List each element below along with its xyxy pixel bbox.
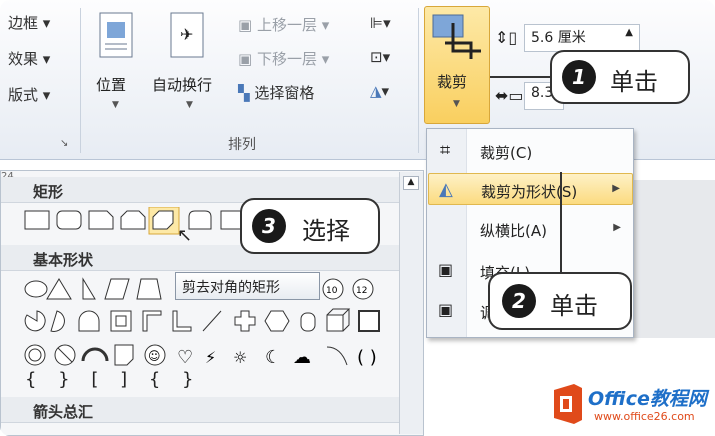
watermark-url: www.office26.com bbox=[594, 410, 695, 423]
crop-icon bbox=[432, 14, 481, 59]
document-area bbox=[634, 160, 715, 340]
crop-small-icon: ⌗ bbox=[440, 140, 451, 161]
fit-icon: ▣ bbox=[438, 300, 454, 319]
crop-label: 裁剪 bbox=[437, 73, 468, 91]
round-corner-rectangle-shape[interactable] bbox=[188, 210, 212, 230]
callout-3: 3 选择 bbox=[240, 198, 380, 254]
arrange-group-label: 排列 bbox=[228, 137, 256, 153]
height-icon: ⇕▯ bbox=[495, 28, 518, 47]
svg-text:10: 10 bbox=[326, 286, 338, 296]
rectangle-shape[interactable] bbox=[24, 210, 50, 230]
fill-icon: ▣ bbox=[438, 260, 454, 279]
rotate-button[interactable]: ◮▾ bbox=[370, 82, 389, 100]
office-logo-icon bbox=[554, 384, 582, 424]
svg-text:♡: ♡ bbox=[177, 347, 193, 368]
svg-text:☁: ☁ bbox=[293, 347, 311, 368]
menu-item-aspect-ratio[interactable]: 纵横比(A) ▶ bbox=[428, 213, 633, 245]
svg-text:12: 12 bbox=[356, 286, 367, 296]
selection-pane-button[interactable]: ▚ 选择窗格 bbox=[238, 82, 314, 103]
rounded-rectangle-shape[interactable] bbox=[56, 210, 82, 230]
shape-tooltip: 剪去对角的矩形 bbox=[175, 272, 320, 300]
selection-pane-icon: ▚ bbox=[238, 84, 250, 102]
scroll-up-icon[interactable]: ▲ bbox=[403, 176, 419, 190]
submenu-arrow-icon: ▶ bbox=[612, 183, 620, 194]
height-field[interactable]: 5.6 厘米 ▲ bbox=[524, 24, 640, 52]
send-backward-button[interactable]: ▣ 下移一层 ▾ bbox=[238, 48, 329, 69]
shape-icon: ◭ bbox=[439, 179, 453, 200]
border-item[interactable]: 边框 ▾ bbox=[8, 12, 50, 33]
dialog-launcher-icon[interactable]: ↘ bbox=[60, 138, 68, 149]
position-button[interactable]: 位置 ▼ bbox=[94, 8, 140, 118]
svg-text:☾: ☾ bbox=[265, 347, 281, 368]
menu-item-crop-to-shape[interactable]: ◭ 裁剪为形状(S) ▶ bbox=[428, 173, 633, 205]
section-arrows: 箭头总汇 bbox=[1, 397, 399, 423]
mouse-cursor-icon: ↖ bbox=[177, 225, 193, 246]
snip-same-side-rectangle-shape[interactable] bbox=[120, 210, 146, 230]
position-icon bbox=[99, 12, 133, 58]
svg-text:✈: ✈ bbox=[180, 25, 193, 44]
svg-text:( ): ( ) bbox=[357, 347, 377, 368]
layout-item[interactable]: 版式 ▾ bbox=[8, 84, 50, 105]
gallery-scrollbar[interactable]: ▲ bbox=[399, 172, 423, 434]
svg-text:☺: ☺ bbox=[148, 349, 161, 363]
watermark-logo: Office教程网 www.office26.com bbox=[548, 376, 708, 432]
bring-forward-button[interactable]: ▣ 上移一层 ▾ bbox=[238, 14, 329, 35]
callout-1: 1 单击 bbox=[550, 50, 690, 104]
align-button[interactable]: ⊫▾ bbox=[370, 14, 391, 32]
menu-item-crop[interactable]: ⌗ 裁剪(C) bbox=[428, 135, 633, 167]
submenu-arrow-icon: ▶ bbox=[613, 222, 621, 233]
group-button[interactable]: ⊡▾ bbox=[370, 48, 390, 66]
callout-2: 2 单击 bbox=[488, 272, 632, 330]
bring-forward-icon: ▣ bbox=[238, 16, 253, 34]
send-backward-icon: ▣ bbox=[238, 50, 253, 68]
position-label: 位置 bbox=[96, 76, 127, 94]
snip-corner-rectangle-shape[interactable] bbox=[88, 210, 114, 230]
svg-text:☼: ☼ bbox=[233, 348, 247, 367]
effects-item[interactable]: 效果 ▾ bbox=[8, 48, 50, 69]
stage: 边框 ▾ 效果 ▾ 版式 ▾ 位置 ▼ ✈ 自动换行 ▼ ▣ 上移一层 ▾ ▣ … bbox=[0, 0, 715, 436]
brackets-row: { } [ ] { } bbox=[25, 369, 202, 390]
group-icon: ⊡ bbox=[370, 48, 383, 66]
align-icon: ⊫ bbox=[370, 14, 384, 32]
width-icon: ⬌▭ bbox=[495, 86, 524, 105]
crop-button[interactable]: 裁剪 ▼ bbox=[424, 6, 490, 124]
rotate-icon: ◮ bbox=[370, 82, 382, 100]
snip-diagonal-corner-shape[interactable] bbox=[152, 210, 174, 230]
wrap-text-button[interactable]: ✈ 自动换行 ▼ bbox=[150, 8, 230, 118]
wrap-text-icon: ✈ bbox=[170, 12, 204, 58]
svg-text:⚡: ⚡ bbox=[205, 348, 216, 367]
watermark-brand: Office教程网 bbox=[588, 388, 707, 410]
wrap-text-label: 自动换行 bbox=[152, 76, 213, 94]
